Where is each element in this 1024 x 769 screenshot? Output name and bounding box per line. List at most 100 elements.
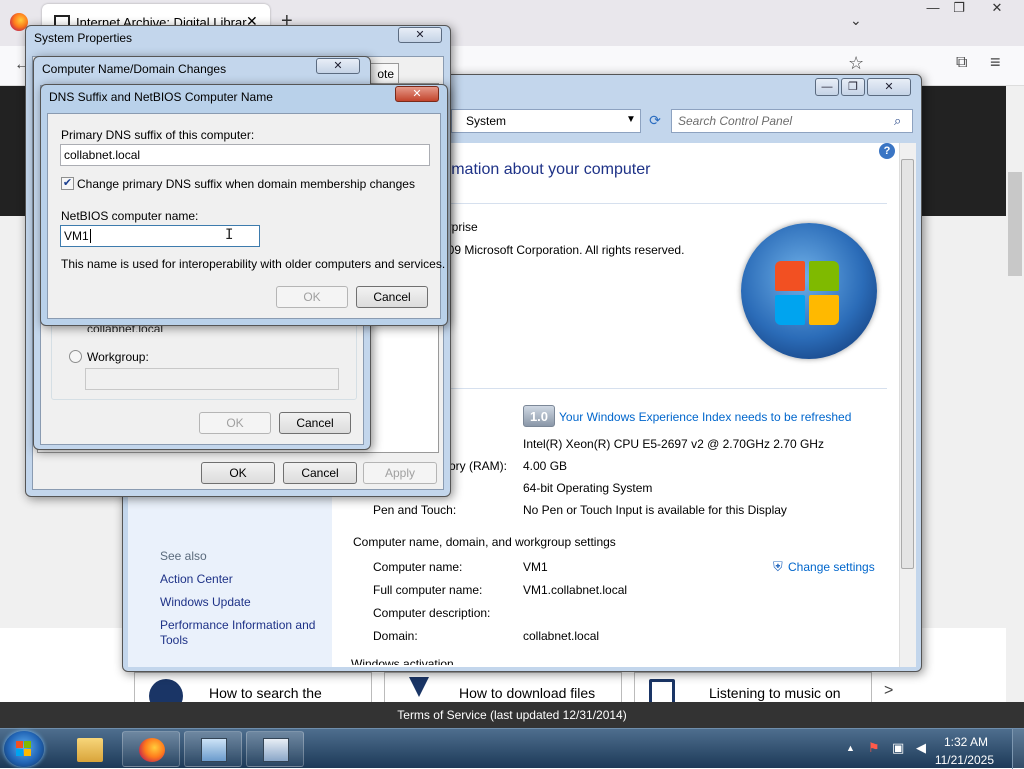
taskbar-firefox[interactable] [122, 731, 180, 767]
page-scroll-thumb[interactable] [1008, 172, 1022, 276]
logo-yellow [809, 295, 839, 325]
folder-icon [77, 738, 103, 762]
cp-page-title: ormation about your computer [437, 161, 651, 178]
cp-breadcrumb-system[interactable]: System [466, 114, 506, 128]
clock-time[interactable]: 1:32 AM [944, 735, 988, 749]
search-icon[interactable]: ⌕ [894, 113, 901, 129]
windows-logo [741, 223, 877, 359]
primary-dns-label: Primary DNS suffix of this computer: [61, 128, 255, 142]
computer-name-changes-ok-button[interactable]: OK [199, 412, 271, 434]
refresh-icon[interactable]: ⟳ [643, 109, 667, 133]
see-also-heading: See also [160, 549, 207, 563]
browser-close-button[interactable]: ✕ [980, 0, 1014, 18]
computer-icon [263, 738, 289, 762]
computer-name-changes-close-button[interactable]: ✕ [316, 58, 360, 74]
cp-close-button[interactable]: ✕ [867, 78, 911, 96]
computer-name-section-heading: Computer name, domain, and workgroup set… [353, 535, 616, 549]
primary-dns-value: collabnet.local [64, 148, 141, 162]
shield-icon[interactable]: ⛨ [773, 559, 783, 575]
help-card-label: How to search the [209, 685, 322, 701]
volume-muted-icon[interactable]: ◀ [916, 740, 926, 756]
notification-area: ▲ ⚑ ▣ ◀ 1:32 AM 11/21/2025 [838, 731, 1024, 767]
wei-refresh-link[interactable]: Your Windows Experience Index needs to b… [559, 410, 851, 424]
full-computer-name-value: VM1.collabnet.local [523, 583, 628, 597]
domain-value: collabnet.local [523, 629, 600, 643]
netbios-value: VM1 [64, 229, 89, 243]
start-logo-green [24, 741, 31, 748]
processor-value: Intel(R) Xeon(R) CPU E5-2697 v2 @ 2.70GH… [523, 437, 824, 451]
netbios-label: NetBIOS computer name: [61, 209, 199, 223]
taskbar-explorer[interactable] [60, 731, 118, 767]
carousel-next-icon[interactable]: > [884, 682, 893, 700]
change-dns-checkbox-label[interactable]: Change primary DNS suffix when domain me… [77, 177, 415, 191]
dns-ok-button[interactable]: OK [276, 286, 348, 308]
system-properties-apply-button[interactable]: Apply [363, 462, 437, 484]
primary-dns-input[interactable]: collabnet.local [60, 144, 430, 166]
link-action-center[interactable]: Action Center [160, 572, 233, 586]
system-properties-cancel-button[interactable]: Cancel [283, 462, 357, 484]
netbios-info-text: This name is used for interoperability w… [61, 257, 446, 271]
help-card-label: How to download files [459, 685, 596, 701]
cp-maximize-button[interactable]: ❐ [841, 78, 865, 96]
text-cursor [89, 229, 91, 243]
app-menu-icon[interactable]: ≡ [990, 52, 1001, 73]
extensions-icon[interactable]: ⧉ [956, 54, 967, 72]
pen-touch-label: Pen and Touch: [373, 503, 457, 517]
taskbar-control-panel[interactable] [184, 731, 242, 767]
download-arrow-icon [409, 677, 429, 697]
list-tabs-icon[interactable]: ⌄ [850, 12, 862, 29]
logo-green [809, 261, 839, 291]
start-logo-yellow [24, 749, 31, 756]
help-card-label: Listening to music on [709, 685, 841, 701]
activation-section-heading: Windows activation [351, 657, 454, 665]
change-settings-link[interactable]: Change settings [788, 560, 875, 574]
cp-scroll-thumb[interactable] [901, 159, 914, 569]
workgroup-input[interactable] [85, 368, 339, 390]
pen-touch-value: No Pen or Touch Input is available for t… [523, 503, 787, 517]
taskbar-system-properties[interactable] [246, 731, 304, 767]
cp-search-input[interactable]: Search Control Panel [678, 114, 792, 128]
ram-value: 4.00 GB [523, 459, 568, 473]
show-desktop-button[interactable] [1012, 729, 1024, 769]
action-center-icon[interactable]: ⚑ [868, 740, 880, 756]
firefox-icon [139, 738, 165, 762]
workgroup-radio[interactable] [69, 350, 82, 363]
dns-cancel-button[interactable]: Cancel [356, 286, 428, 308]
address-dropdown-icon[interactable]: ▼ [626, 114, 636, 125]
dns-dialog-close-button[interactable]: ✕ [395, 86, 439, 102]
system-properties-title: System Properties [34, 31, 133, 45]
workgroup-label: Workgroup: [87, 350, 149, 364]
system-type-value: 64-bit Operating System [523, 481, 653, 495]
bookmark-star-icon[interactable]: ☆ [848, 53, 864, 74]
browser-maximize-button[interactable]: ❐ [942, 0, 976, 18]
change-dns-checkbox[interactable]: ✔ [61, 177, 74, 190]
help-icon[interactable]: ? [879, 143, 895, 159]
start-logo-red [16, 741, 23, 748]
computer-description-label: Computer description: [373, 606, 491, 620]
clock-date[interactable]: 11/21/2025 [935, 753, 994, 767]
show-hidden-icons-button[interactable]: ▲ [846, 743, 855, 753]
computer-name-changes-cancel-button[interactable]: Cancel [279, 412, 351, 434]
cp-address-bar[interactable]: System ▼ [451, 109, 641, 133]
terms-of-service-bar[interactable]: Terms of Service (last updated 12/31/201… [0, 702, 1024, 728]
cp-search-box[interactable]: Search Control Panel ⌕ [671, 109, 913, 133]
computer-name-changes-title: Computer Name/Domain Changes [42, 62, 227, 76]
control-panel-icon [201, 738, 227, 762]
wei-score-badge: 1.0 [523, 405, 555, 427]
ibeam-cursor-icon: I [225, 227, 234, 243]
dns-suffix-dialog: DNS Suffix and NetBIOS Computer Name ✕ P… [40, 84, 448, 326]
system-properties-ok-button[interactable]: OK [201, 462, 275, 484]
taskbar: ▲ ⚑ ▣ ◀ 1:32 AM 11/21/2025 [0, 728, 1024, 769]
start-button[interactable] [4, 731, 44, 767]
cp-minimize-button[interactable]: — [815, 78, 839, 96]
logo-blue [775, 295, 805, 325]
system-properties-close-button[interactable]: ✕ [398, 27, 442, 43]
network-icon[interactable]: ▣ [892, 740, 904, 756]
computer-name-label: Computer name: [373, 560, 463, 574]
link-windows-update[interactable]: Windows Update [160, 595, 251, 609]
domain-label: Domain: [373, 629, 418, 643]
activation-heading-clip: Windows activation [351, 657, 471, 665]
ram-label: ory (RAM): [449, 459, 507, 473]
dns-dialog-title: DNS Suffix and NetBIOS Computer Name [49, 90, 273, 104]
link-performance-info[interactable]: Performance Information and Tools [160, 618, 330, 648]
